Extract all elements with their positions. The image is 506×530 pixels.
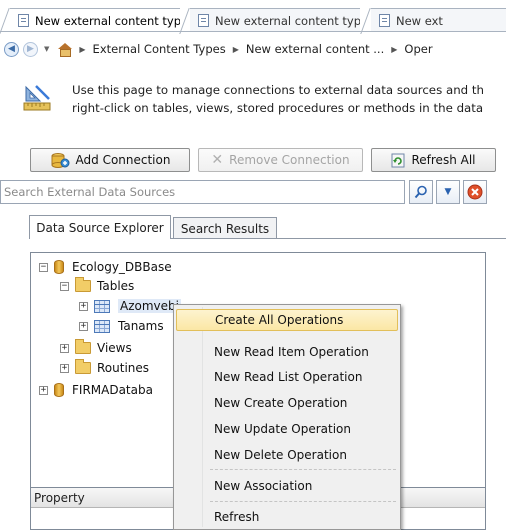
tab-new-external-content-type-3[interactable]: New ext xyxy=(371,8,506,32)
tree-node-tables[interactable]: − Tables xyxy=(60,277,134,295)
menu-item-create-all-operations[interactable]: Create All Operations xyxy=(176,309,398,331)
menu-item-new-delete-operation[interactable]: New Delete Operation xyxy=(176,444,398,466)
expand-icon[interactable]: + xyxy=(39,385,48,395)
home-icon[interactable] xyxy=(57,42,73,57)
menu-item-new-create-operation[interactable]: New Create Operation xyxy=(176,392,398,414)
tree-node-label: Routines xyxy=(97,361,150,375)
refresh-all-button[interactable]: Refresh All xyxy=(371,148,496,172)
search-button[interactable] xyxy=(409,180,433,204)
forward-arrow-icon[interactable]: ▶ xyxy=(23,41,38,57)
menu-separator xyxy=(210,501,396,502)
collapse-icon[interactable]: − xyxy=(60,281,69,291)
tree-node-azomvebi[interactable]: + Azomvebi xyxy=(79,297,181,315)
tree-node-label: Ecology_DBBase xyxy=(72,260,172,274)
tree-node-label: Tanams xyxy=(118,319,164,333)
search-input[interactable]: Search External Data Sources xyxy=(0,180,405,204)
remove-connection-label: Remove Connection xyxy=(229,153,350,167)
breadcrumb-item-external-content-types[interactable]: External Content Types xyxy=(93,42,226,56)
remove-connection-button[interactable]: ✕ Remove Connection xyxy=(198,148,363,172)
document-icon xyxy=(379,14,390,27)
tab-data-source-explorer-label: Data Source Explorer xyxy=(36,220,164,235)
tree-node-firmadatabase[interactable]: + FIRMADataba xyxy=(39,381,153,399)
tree-node-routines[interactable]: + Routines xyxy=(60,359,149,377)
tab-label: New external content type * xyxy=(35,13,180,28)
menu-item-new-read-list-operation[interactable]: New Read List Operation xyxy=(176,366,398,388)
tree-node-views[interactable]: + Views xyxy=(60,339,132,357)
search-icon xyxy=(414,185,427,199)
tab-new-external-content-type[interactable]: New external content type xyxy=(190,8,360,32)
tab-baseline xyxy=(0,31,506,32)
clear-search-button[interactable] xyxy=(463,180,487,204)
remove-x-icon: ✕ xyxy=(211,152,224,168)
property-column-header: Property xyxy=(34,491,85,505)
tab-data-source-explorer[interactable]: Data Source Explorer xyxy=(29,215,171,239)
expand-icon[interactable]: + xyxy=(60,363,69,373)
description-line-2: right-click on tables, views, stored pro… xyxy=(72,101,484,115)
breadcrumb-item-operations[interactable]: Oper xyxy=(404,42,432,56)
description-line-1: Use this page to manage connections to e… xyxy=(72,83,485,97)
open-folder-icon xyxy=(75,277,91,292)
document-tab-strip: New external content type * New external… xyxy=(0,0,506,34)
menu-separator xyxy=(210,469,396,470)
chevron-right-icon: ▶ xyxy=(232,44,239,54)
menu-item-new-association[interactable]: New Association xyxy=(176,475,398,497)
tab-search-results[interactable]: Search Results xyxy=(173,217,277,239)
history-dropdown-icon[interactable]: ▼ xyxy=(44,45,49,53)
expand-icon[interactable]: + xyxy=(79,321,88,331)
tab-new-external-content-type-modified[interactable]: New external content type * xyxy=(10,8,180,32)
context-menu: Create All Operations New Read Item Oper… xyxy=(173,304,401,530)
refresh-icon xyxy=(391,153,405,167)
menu-item-new-update-operation[interactable]: New Update Operation xyxy=(176,418,398,440)
description-text: Use this page to manage connections to e… xyxy=(72,81,506,117)
back-arrow-icon[interactable]: ◀ xyxy=(4,41,19,57)
table-icon xyxy=(94,299,110,313)
menu-item-label: Create All Operations xyxy=(215,313,344,327)
folder-icon xyxy=(75,359,91,374)
page-description: Use this page to manage connections to e… xyxy=(22,81,506,121)
folder-icon xyxy=(75,339,91,354)
expand-icon[interactable]: + xyxy=(79,301,88,311)
menu-item-label: Refresh xyxy=(214,510,260,524)
design-ruler-icon xyxy=(23,85,51,111)
tab-label: New ext xyxy=(396,13,443,28)
document-icon xyxy=(198,14,209,27)
menu-item-label: New Delete Operation xyxy=(214,448,347,462)
menu-item-refresh[interactable]: Refresh xyxy=(176,506,398,528)
database-icon xyxy=(54,260,64,274)
tab-search-results-label: Search Results xyxy=(180,221,270,236)
chevron-right-icon: ▶ xyxy=(391,44,398,54)
tab-label: New external content type xyxy=(215,13,360,28)
database-icon xyxy=(54,383,64,397)
menu-item-label: New Update Operation xyxy=(214,422,351,436)
tree-node-ecology-dbbase[interactable]: − Ecology_DBBase xyxy=(39,258,172,276)
breadcrumb: ◀ ▶ ▼ ▶ External Content Types ▶ New ext… xyxy=(0,36,506,62)
add-connection-label: Add Connection xyxy=(75,153,171,167)
tree-node-label: Tables xyxy=(97,279,135,293)
table-icon xyxy=(94,319,110,333)
document-icon xyxy=(18,14,29,27)
add-connection-icon xyxy=(51,153,70,168)
add-connection-button[interactable]: Add Connection xyxy=(30,148,190,172)
tree-node-label: Azomvebi xyxy=(118,299,181,313)
menu-item-label: New Association xyxy=(214,479,313,493)
menu-item-new-read-item-operation[interactable]: New Read Item Operation xyxy=(176,341,398,363)
tree-node-label: Views xyxy=(97,341,132,355)
chevron-down-icon: ▼ xyxy=(444,187,452,197)
breadcrumb-item-new-external-content[interactable]: New external content ... xyxy=(246,42,384,56)
menu-item-label: New Read Item Operation xyxy=(214,345,369,359)
tree-node-label: FIRMADataba xyxy=(72,383,153,397)
tree-node-tanams[interactable]: + Tanams xyxy=(79,317,164,335)
search-options-button[interactable]: ▼ xyxy=(436,180,460,204)
refresh-all-label: Refresh All xyxy=(411,153,476,167)
menu-item-label: New Read List Operation xyxy=(214,370,363,384)
menu-item-label: New Create Operation xyxy=(214,396,348,410)
expand-icon[interactable]: + xyxy=(60,343,69,353)
collapse-icon[interactable]: − xyxy=(39,262,48,272)
clear-icon xyxy=(467,184,483,200)
chevron-right-icon: ▶ xyxy=(79,44,86,54)
